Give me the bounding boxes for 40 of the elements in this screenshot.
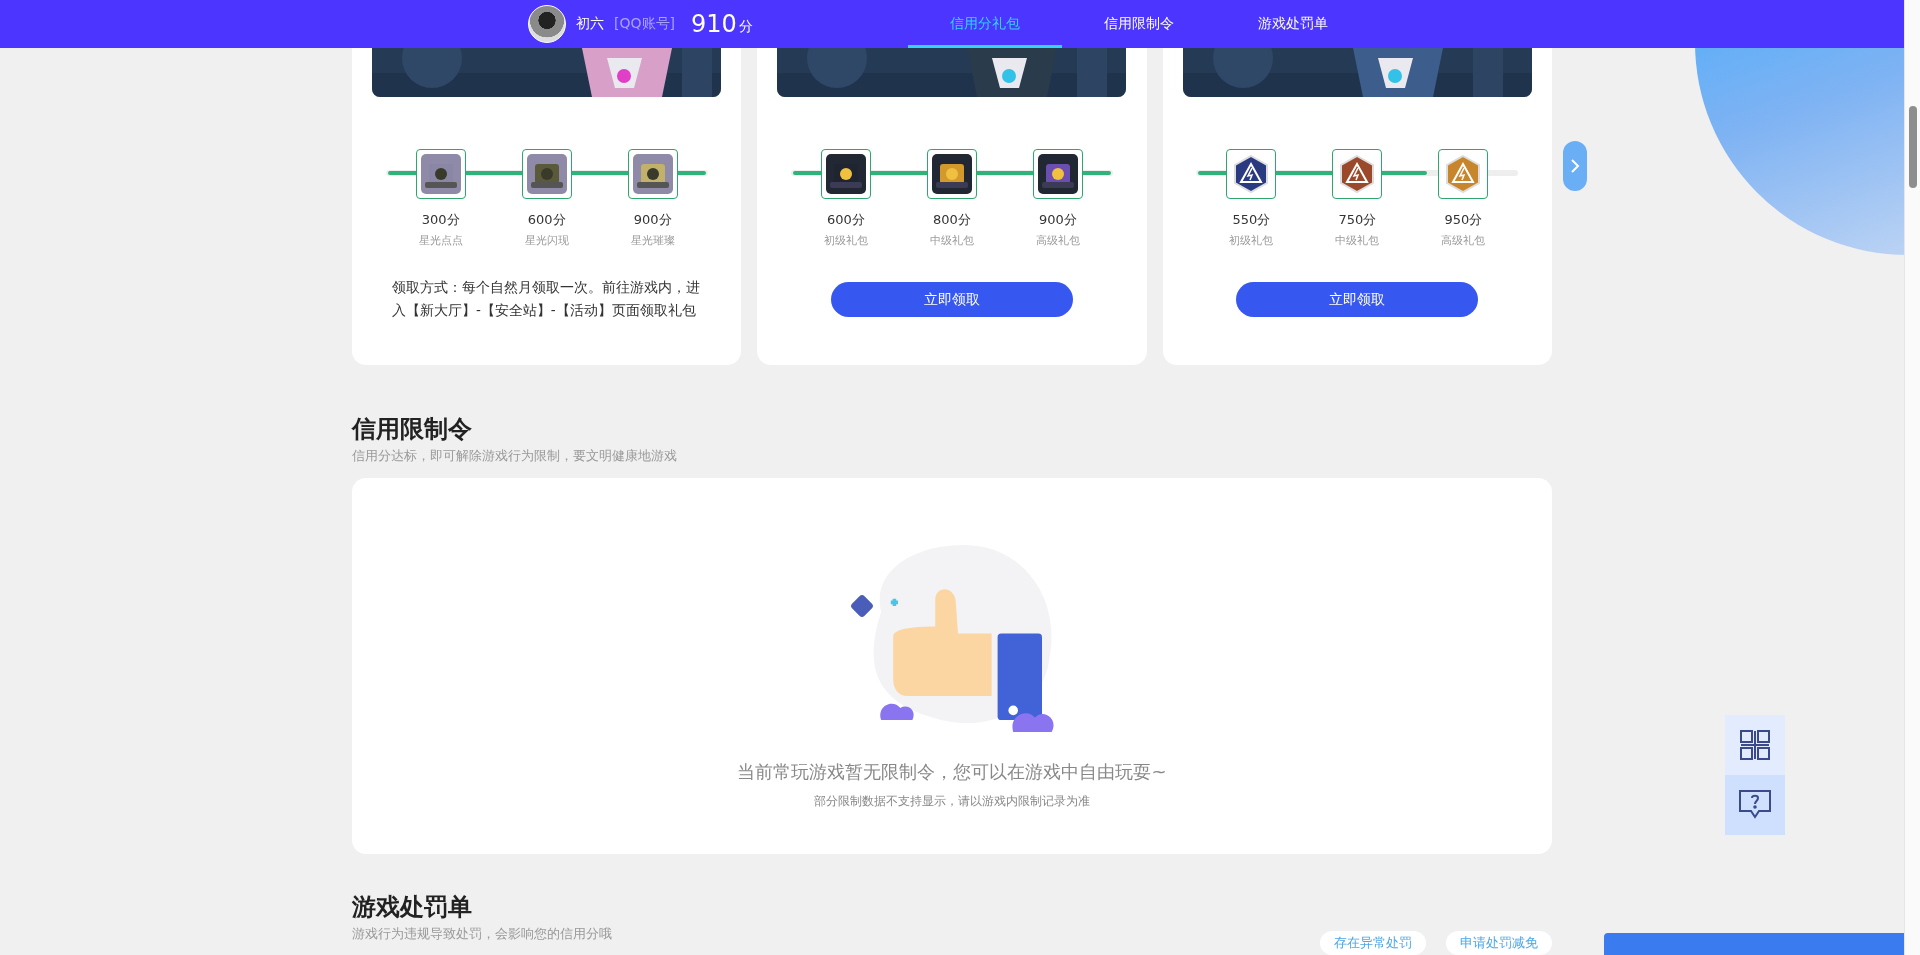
reward-name: 高级礼包 (1036, 233, 1080, 248)
claim-button[interactable]: 立即领取 (1236, 282, 1479, 317)
credit-score: 910 (690, 10, 737, 38)
reward-score: 750分 (1338, 211, 1377, 229)
reward-name: 初级礼包 (824, 233, 868, 248)
reward-name: 初级礼包 (1229, 233, 1274, 248)
reward-name: 星光闪现 (524, 233, 569, 248)
claim-instructions: 领取方式：每个自然月领取一次。前往游戏内，进入【新大厅】-【安全站】-【活动】页面领取礼包 (391, 278, 701, 320)
reward-name: 星光璀璨 (630, 233, 675, 248)
reward-name: 高级礼包 (1441, 233, 1486, 248)
empty-message: 当前常玩游戏暂无限制令，您可以在游戏中自由玩耍~ (737, 760, 1167, 784)
qr-code-button[interactable] (1725, 715, 1785, 775)
reward-name: 星光点点 (418, 233, 463, 248)
empty-hint: 部分限制数据不支持显示，请以游戏内限制记录为准 (814, 794, 1090, 809)
reward-score: 550分 (1232, 211, 1271, 229)
qr-code-icon (1739, 729, 1771, 761)
scrollbar-thumb[interactable] (1909, 106, 1917, 188)
reward-score: 900分 (1039, 211, 1077, 229)
section-title: 游戏处罚单 (352, 892, 473, 922)
reward-score: 950分 (1444, 211, 1483, 229)
section-subtitle: 游戏行为违规导致处罚，会影响您的信用分哦 (352, 925, 612, 943)
help-button[interactable] (1725, 775, 1785, 835)
nav-tab[interactable]: 信用限制令 (1062, 0, 1216, 48)
reward-score: 300分 (421, 211, 460, 229)
section-subtitle: 信用分达标，即可解除游戏行为限制，要文明健康地游戏 (352, 447, 678, 465)
nav-tab[interactable]: 游戏处罚单 (1216, 0, 1370, 48)
chevron-right-icon (1570, 158, 1580, 174)
reward-score: 600分 (527, 211, 566, 229)
claim-button[interactable]: 立即领取 (831, 282, 1073, 317)
avatar (528, 5, 566, 43)
reward-name: 中级礼包 (930, 233, 974, 248)
section-title: 信用限制令 (352, 414, 473, 444)
reward-score: 900分 (633, 211, 672, 229)
reward-score: 600分 (827, 211, 865, 229)
help-chat-icon (1738, 789, 1772, 821)
account-type: [QQ账号] (614, 15, 675, 33)
user-name: 初六 (576, 15, 604, 33)
score-unit: 分 (738, 18, 753, 36)
reward-score: 800分 (933, 211, 971, 229)
reward-name: 中级礼包 (1335, 233, 1380, 248)
